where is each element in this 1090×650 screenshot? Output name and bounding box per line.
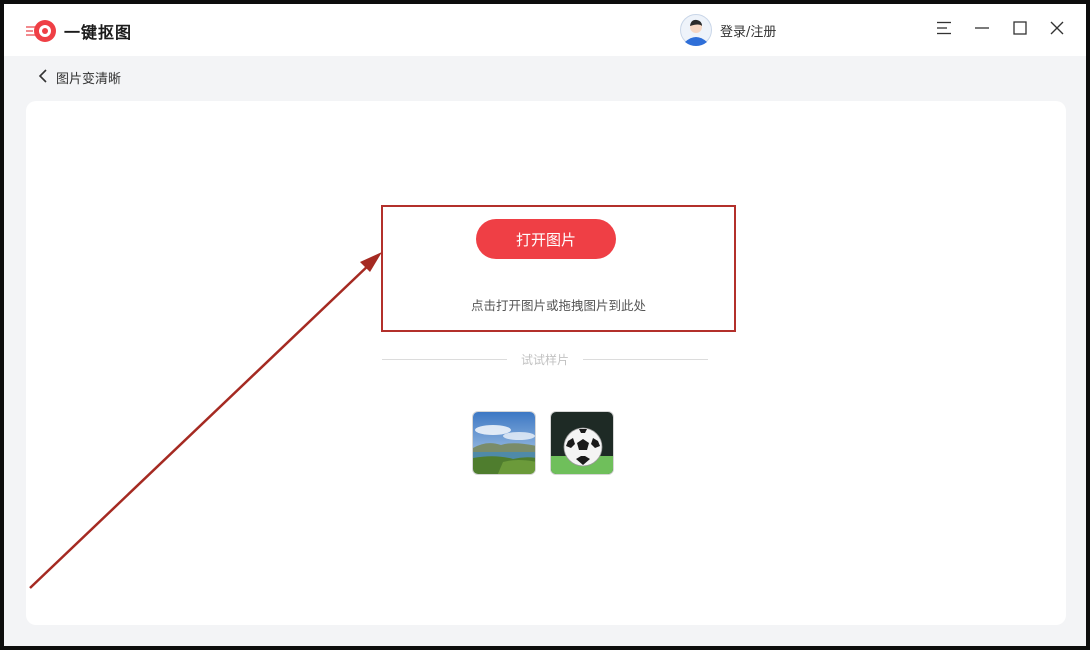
divider-line-right xyxy=(583,358,709,360)
page-title: 图片变清晰 xyxy=(56,72,122,87)
user-avatar-icon[interactable] xyxy=(680,14,712,46)
soccer-ball-thumbnail xyxy=(551,412,613,474)
back-navigation[interactable]: 图片变清晰 xyxy=(38,68,121,87)
landscape-thumbnail xyxy=(473,412,535,474)
app-name: 一键抠图 xyxy=(64,23,133,42)
menu-icon[interactable] xyxy=(934,18,954,38)
minimize-icon[interactable] xyxy=(972,18,992,38)
drop-zone-highlight[interactable]: 打开图片 点击打开图片或拖拽图片到此处 xyxy=(381,205,736,332)
chevron-left-icon[interactable] xyxy=(38,68,48,87)
samples-divider: 试试样片 xyxy=(382,351,709,367)
open-image-button[interactable]: 打开图片 xyxy=(476,219,616,259)
soccer-ball-sample[interactable] xyxy=(550,411,614,475)
title-bar: 一键抠图 登录/注册 xyxy=(4,4,1086,56)
app-window: 一键抠图 登录/注册 图片变清晰 打开图片 点击打开图片或拖拽图片到此处 试试样… xyxy=(0,0,1090,650)
app-logo: 一键抠图 xyxy=(26,19,132,43)
login-register-label[interactable]: 登录/注册 xyxy=(720,21,776,40)
landscape-sample[interactable] xyxy=(472,411,536,475)
logo-icon xyxy=(26,19,58,43)
close-icon[interactable] xyxy=(1047,18,1067,38)
samples-label: 试试样片 xyxy=(521,352,570,367)
upload-card[interactable]: 打开图片 点击打开图片或拖拽图片到此处 试试样片 xyxy=(26,101,1066,625)
divider-line-left xyxy=(382,358,507,360)
maximize-icon[interactable] xyxy=(1010,18,1030,38)
drop-hint-text: 点击打开图片或拖拽图片到此处 xyxy=(470,298,646,313)
login-register[interactable]: 登录/注册 xyxy=(680,14,776,46)
